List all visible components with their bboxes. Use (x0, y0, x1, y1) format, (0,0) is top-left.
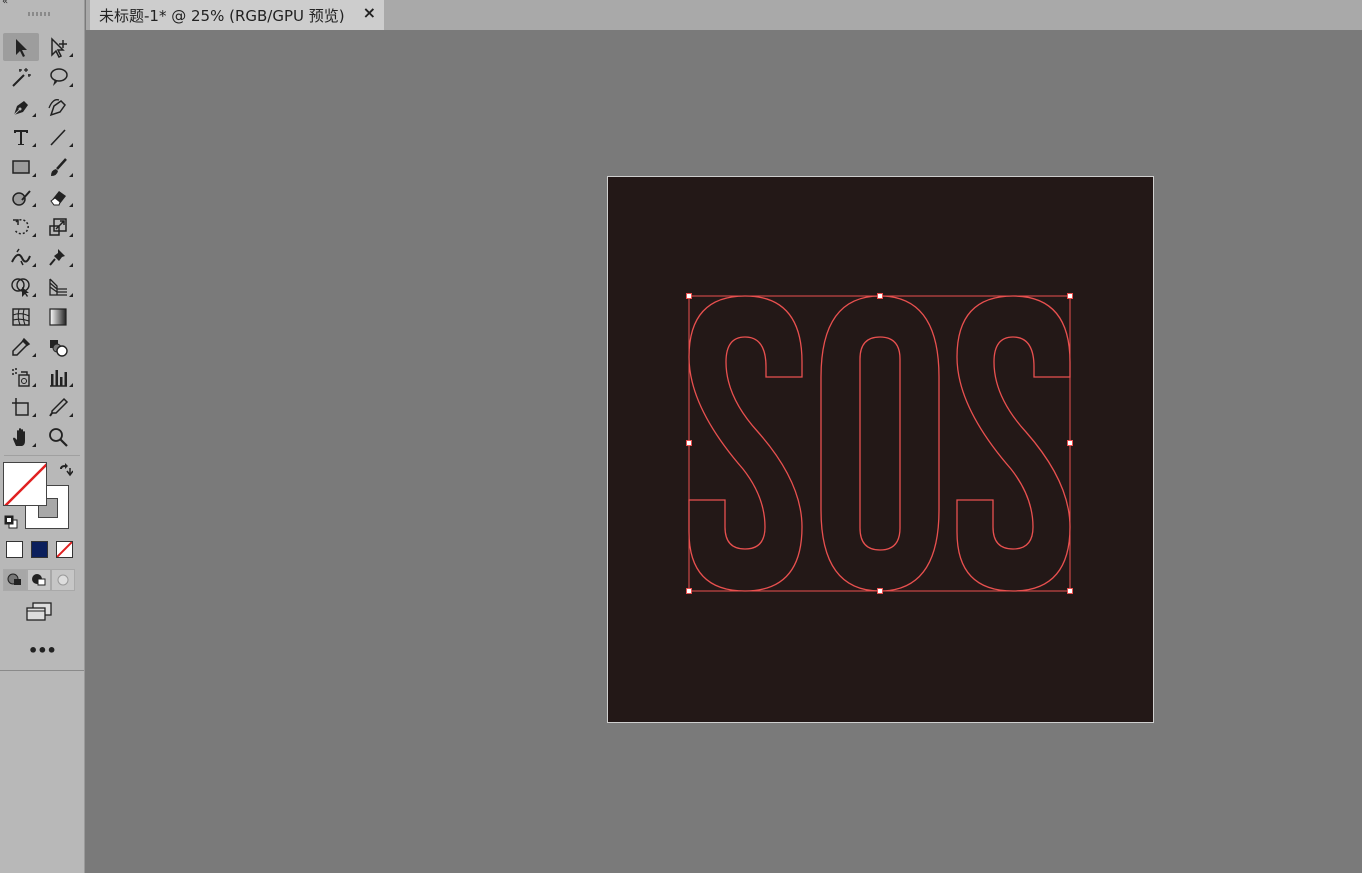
line-segment-tool-button[interactable] (40, 123, 76, 151)
default-fill-stroke-button[interactable] (4, 514, 18, 529)
letter-o-inner-outline (859, 336, 901, 551)
lasso-tool-button[interactable] (40, 63, 76, 91)
shape-builder-tool-button[interactable] (3, 273, 39, 301)
none-mode-button[interactable] (56, 541, 73, 558)
type-tool-button[interactable] (3, 123, 39, 151)
draw-behind-icon (32, 574, 46, 586)
draw-normal-button[interactable] (3, 569, 27, 591)
eraser-tool-button[interactable] (40, 183, 76, 211)
gradient-icon (49, 308, 67, 326)
artboard[interactable] (608, 177, 1153, 722)
column-graph-icon (50, 370, 67, 387)
curvature-pen-icon (48, 99, 66, 117)
handle-middle-right (1067, 440, 1073, 446)
rectangle-icon (12, 160, 30, 174)
swap-arrow-icon (60, 463, 74, 477)
magic-wand-tool-button[interactable] (3, 63, 39, 91)
panel-grip[interactable] (28, 12, 52, 16)
hand-icon (13, 428, 25, 446)
pushpin-icon (49, 249, 65, 266)
blend-tool-button[interactable] (40, 333, 76, 361)
swap-fill-stroke-button[interactable] (57, 462, 74, 478)
hand-tool-button[interactable] (3, 423, 39, 451)
width-tool-icon (11, 248, 31, 266)
screen-mode-icon (26, 602, 52, 621)
separator (0, 670, 84, 671)
selection-arrow-icon (16, 39, 27, 57)
width-tool-button[interactable] (3, 243, 39, 271)
curvature-tool-button[interactable] (40, 93, 76, 121)
draw-inside-icon (57, 574, 69, 586)
slice-tool-button[interactable] (40, 393, 76, 421)
none-slash-icon (57, 542, 72, 557)
eyedropper-tool-button[interactable] (3, 333, 39, 361)
letter-s-left-outline (688, 295, 803, 592)
pen-tool-button[interactable] (3, 93, 39, 121)
handle-bottom-left (686, 588, 692, 594)
handle-top-right (1067, 293, 1073, 299)
knife-icon (49, 397, 69, 417)
symbol-sprayer-icon (12, 368, 30, 387)
shaper-icon (12, 190, 31, 206)
handle-bottom-right (1067, 588, 1073, 594)
zoom-tool-button[interactable] (40, 423, 76, 451)
change-screen-mode-button[interactable] (24, 600, 54, 624)
eyedropper-icon (12, 337, 31, 356)
document-tab[interactable]: 未标题-1* @ 25% (RGB/GPU 预览) × (90, 0, 384, 30)
handle-bottom-center (877, 588, 883, 594)
separator (4, 455, 80, 456)
direct-selection-tool-button[interactable] (40, 33, 76, 61)
fill-swatch[interactable] (3, 462, 47, 506)
magic-wand-icon (12, 68, 31, 87)
draw-normal-icon (7, 573, 21, 585)
perspective-grid-tool-button[interactable] (40, 273, 76, 301)
draw-inside-button[interactable] (51, 569, 75, 591)
paintbrush-icon (51, 158, 67, 176)
mesh-tool-button[interactable] (3, 303, 39, 331)
collapse-panel-icon[interactable]: « (2, 0, 8, 7)
artboard-icon (12, 398, 29, 416)
magnifier-icon (49, 428, 68, 447)
gradient-mode-button[interactable] (31, 541, 48, 558)
draw-behind-button[interactable] (27, 569, 51, 591)
line-segment-icon (50, 129, 66, 146)
artboard-tool-button[interactable] (3, 393, 39, 421)
letter-s-right-outline (956, 295, 1071, 592)
color-mode-button[interactable] (6, 541, 23, 558)
pen-nib-icon (12, 101, 28, 117)
puppet-warp-tool-button[interactable] (40, 243, 76, 271)
document-tab-title: 未标题-1* @ 25% (RGB/GPU 预览) (99, 6, 345, 25)
tools-panel: « ••• (0, 0, 85, 873)
scale-tool-button[interactable] (40, 213, 76, 241)
type-t-icon (14, 130, 28, 145)
rotate-tool-button[interactable] (3, 213, 39, 241)
rotate-icon (13, 218, 29, 235)
direct-selection-icon (51, 37, 67, 58)
gradient-tool-button[interactable] (40, 303, 76, 331)
perspective-grid-icon (49, 278, 67, 296)
lasso-icon (50, 68, 68, 86)
symbol-sprayer-tool-button[interactable] (3, 363, 39, 391)
default-colors-icon (4, 515, 18, 529)
blend-icon (50, 340, 68, 357)
scale-icon (49, 218, 67, 236)
none-slash-icon (4, 463, 46, 505)
column-graph-tool-button[interactable] (40, 363, 76, 391)
sos-outlined-text[interactable] (608, 177, 1153, 722)
paintbrush-tool-button[interactable] (40, 153, 76, 181)
shape-builder-icon (11, 278, 30, 297)
rectangle-tool-button[interactable] (3, 153, 39, 181)
letter-o-outer-outline (820, 295, 940, 592)
close-tab-icon[interactable]: × (363, 3, 376, 22)
eraser-icon (50, 191, 66, 206)
mesh-icon (12, 308, 30, 326)
shaper-tool-button[interactable] (3, 183, 39, 211)
edit-toolbar-button[interactable]: ••• (28, 641, 57, 660)
document-tab-bar: 未标题-1* @ 25% (RGB/GPU 预览) × (86, 0, 1362, 30)
handle-top-center (877, 293, 883, 299)
selection-tool-button[interactable] (3, 33, 39, 61)
handle-middle-left (686, 440, 692, 446)
handle-top-left (686, 293, 692, 299)
